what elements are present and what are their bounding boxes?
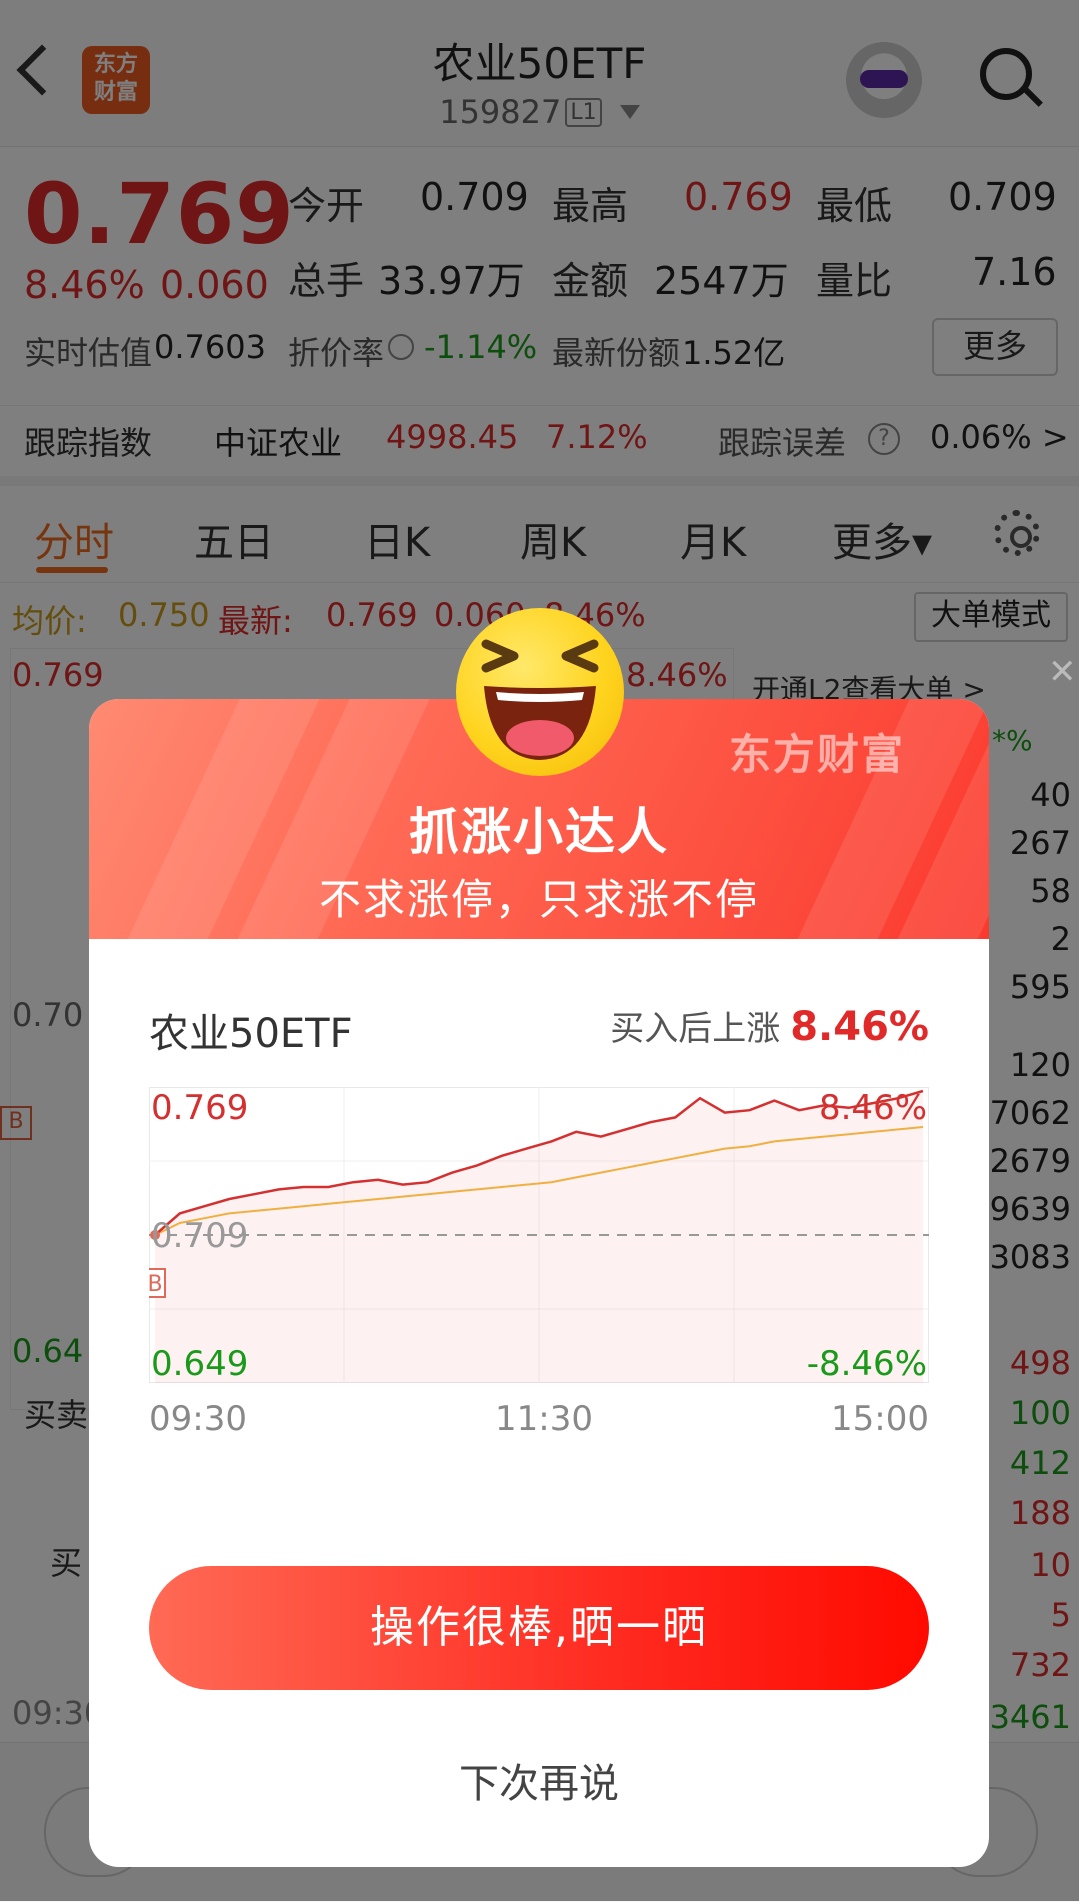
pct-top-label: 8.46% (819, 1088, 927, 1128)
y-mid-label: 0.709 (151, 1216, 248, 1256)
y-top-label: 0.769 (151, 1088, 248, 1128)
y-bottom-label: 0.649 (151, 1344, 248, 1383)
later-button[interactable]: 下次再说 (89, 1751, 989, 1809)
modal-subtitle: 不求涨停，只求涨不停 (318, 875, 759, 924)
laughing-emoji-icon (456, 608, 624, 776)
achievement-modal: 东方财富 抓涨小达人 不求涨停，只求涨不停 农业50ETF 买入后上涨 8.46%… (89, 699, 989, 1867)
buy-marker-label: B (149, 1272, 163, 1297)
rise-label: 买入后上涨 (610, 1009, 781, 1049)
stock-name: 农业50ETF (149, 1011, 353, 1057)
x-tick-label: 09:30 (149, 1399, 247, 1439)
modal-title: 抓涨小达人 (409, 803, 669, 861)
rise-value: 8.46% (790, 1004, 929, 1050)
share-button[interactable]: 操作很棒,晒一晒 (149, 1566, 929, 1690)
pct-bottom-label: -8.46% (807, 1344, 927, 1383)
brand-watermark: 东方财富 (729, 730, 906, 779)
x-tick-label: 11:30 (495, 1399, 593, 1439)
close-l2-prompt-icon[interactable]: ✕ (1048, 652, 1077, 692)
x-tick-label: 15:00 (831, 1399, 929, 1439)
intraday-chart: B 0.769 0.709 0.649 8.46% -8.46% (144, 1087, 929, 1384)
intraday-chart-svg: B 0.769 0.709 0.649 8.46% -8.46% (144, 1087, 929, 1384)
rise-after-buy: 买入后上涨 8.46% (610, 1001, 929, 1050)
